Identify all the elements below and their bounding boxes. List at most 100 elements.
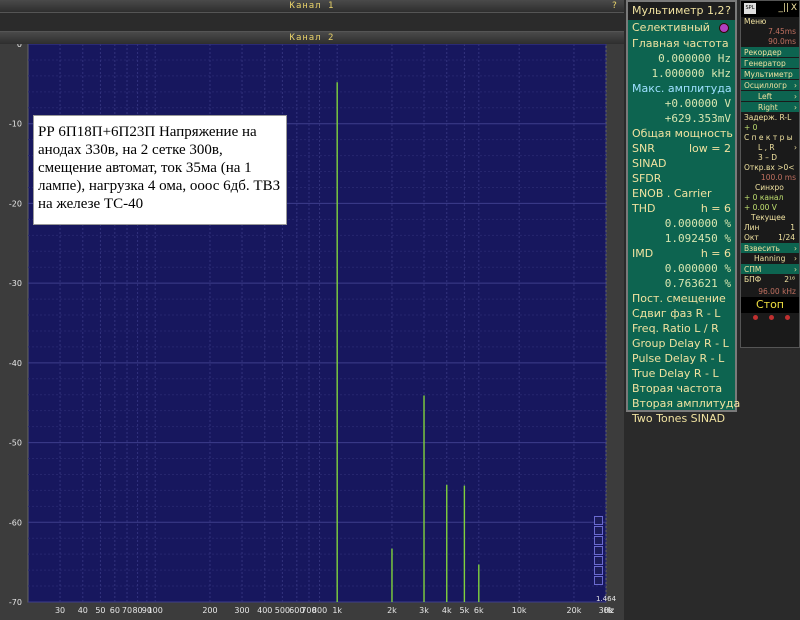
spectra-label: С п е к т р ы bbox=[744, 133, 793, 142]
linear-row[interactable]: Лин 1 bbox=[741, 223, 799, 233]
psd-button[interactable]: СПМ › bbox=[741, 264, 799, 275]
x-tick-label: 200 bbox=[202, 606, 217, 615]
scale-value: 1.464 bbox=[596, 595, 617, 603]
x-tick-label: 30 bbox=[55, 606, 65, 615]
y-tick-label: -60 bbox=[9, 518, 22, 527]
time-value-1: 7.45ms bbox=[768, 27, 796, 36]
y-tick-label: -10 bbox=[9, 120, 22, 129]
y-tick-label: -40 bbox=[9, 359, 22, 368]
open-input-value: 100.0 ms bbox=[760, 173, 796, 182]
y-tick-label: -30 bbox=[9, 279, 22, 288]
second-frequency-item[interactable]: Вторая частота bbox=[628, 381, 735, 396]
x-tick-label: 2k bbox=[387, 606, 397, 615]
fft-size-row[interactable]: БПФ 2¹⁶ bbox=[741, 275, 799, 287]
y-tick-label: -70 bbox=[9, 598, 22, 607]
true-delay-item[interactable]: True Delay R - L bbox=[628, 366, 735, 381]
pulse-delay-item[interactable]: Pulse Delay R - L bbox=[628, 351, 735, 366]
legend-swatch[interactable] bbox=[594, 566, 603, 575]
open-input-label[interactable]: Откр.вх >0< bbox=[741, 163, 799, 173]
recorder-button[interactable]: Рекордер bbox=[741, 47, 799, 58]
sample-rate-value: 96.00 kHz bbox=[758, 287, 796, 296]
phase-shift-item[interactable]: Сдвиг фаз R - L bbox=[628, 306, 735, 321]
generator-button[interactable]: Генератор bbox=[741, 58, 799, 69]
max-amplitude-label[interactable]: Макс. амплитуда bbox=[628, 81, 735, 96]
arrow-right-icon: › bbox=[794, 244, 797, 253]
total-power-label[interactable]: Общая мощность bbox=[628, 126, 735, 141]
mode-indicator-icon[interactable] bbox=[719, 23, 729, 33]
delay-value[interactable]: + 0 bbox=[741, 123, 799, 133]
sfdr-row[interactable]: SFDR bbox=[628, 171, 735, 186]
arrow-right-icon: › bbox=[794, 103, 797, 112]
oscilloscope-button[interactable]: Осциллогр › bbox=[741, 80, 799, 91]
snr-row[interactable]: SNR low = 2 bbox=[628, 141, 735, 156]
logo-icon: SPL bbox=[744, 3, 756, 14]
stop-button[interactable]: Стоп bbox=[741, 297, 799, 313]
left-channel-button[interactable]: Left › bbox=[741, 91, 799, 102]
multimeter-title[interactable]: Мультиметр 1,2 ? bbox=[628, 2, 735, 20]
legend-swatch[interactable] bbox=[594, 556, 603, 565]
x-tick-label: 20k bbox=[567, 606, 582, 615]
legend-swatch[interactable] bbox=[594, 546, 603, 555]
close-icon[interactable]: X bbox=[791, 3, 797, 13]
frequency-1-value: 0.000000 Hz bbox=[658, 52, 731, 65]
octave-row[interactable]: Окт 1/24 bbox=[741, 233, 799, 243]
spectrum-window: Канал 1 ? Канал 2 0 -10 -20 -30 -40 -50 -60 -70… bbox=[0, 0, 624, 620]
sync-label[interactable]: Синхро bbox=[741, 183, 799, 193]
second-amplitude-item[interactable]: Вторая амплитуда bbox=[628, 396, 740, 411]
x-tick-label: 70 bbox=[122, 606, 132, 615]
time-value-2: 90.0ms bbox=[768, 37, 796, 46]
channel-1-bar[interactable]: Канал 1 ? bbox=[0, 0, 624, 12]
channel-2-label: Канал 2 bbox=[289, 33, 335, 43]
mode-selector[interactable]: Селективный bbox=[628, 20, 735, 36]
3d-selector[interactable]: 3 – D bbox=[741, 153, 799, 163]
snr-low-value: low = 2 bbox=[689, 142, 731, 155]
weigh-button[interactable]: Взвесить › bbox=[741, 243, 799, 254]
x-tick-label: 400 bbox=[257, 606, 272, 615]
x-tick-label: 10k bbox=[512, 606, 527, 615]
annotation-note: РР 6П18П+6П23П Напряжение на анодах 330в… bbox=[33, 115, 287, 225]
y-tick-label: -50 bbox=[9, 439, 22, 448]
channel-2-bar[interactable]: Канал 2 bbox=[0, 32, 624, 44]
control-panel: SPL _ || X Меню 7.45ms 90.0ms Рекордер Г… bbox=[740, 0, 800, 348]
legend-swatch[interactable] bbox=[594, 526, 603, 535]
window-selector[interactable]: Hanning › bbox=[741, 254, 799, 264]
legend-swatch[interactable] bbox=[594, 536, 603, 545]
imd-row[interactable]: IMD h = 6 bbox=[628, 246, 735, 261]
arrow-right-icon: › bbox=[794, 254, 797, 263]
x-tick-label: 5k bbox=[460, 606, 470, 615]
x-tick-label: 500 bbox=[275, 606, 290, 615]
menu-button[interactable]: Меню bbox=[741, 17, 799, 27]
frequency-2-value: 1.000000 kHz bbox=[651, 67, 731, 80]
led-icon bbox=[753, 315, 758, 320]
legend-swatch[interactable] bbox=[594, 576, 603, 585]
sync-level[interactable]: + 0.00 V bbox=[741, 203, 799, 213]
x-axis-labels: 30 40 50 60 70 80 90100 200 300 400 500 600700800 1k… bbox=[55, 606, 614, 615]
freq-ratio-item[interactable]: Freq. Ratio L / R bbox=[628, 321, 735, 336]
current-label[interactable]: Текущее bbox=[741, 213, 799, 223]
thd-2-value: 1.092450 % bbox=[664, 232, 731, 245]
thd-harmonics: h = 6 bbox=[700, 202, 731, 215]
main-frequency-label[interactable]: Главная частота bbox=[628, 36, 735, 51]
led-icon bbox=[769, 315, 774, 320]
arrow-right-icon: › bbox=[794, 81, 797, 90]
x-tick-label: 100 bbox=[148, 606, 163, 615]
x-axis-unit: Hz bbox=[604, 606, 614, 615]
thd-row[interactable]: THD h = 6 bbox=[628, 201, 735, 216]
right-channel-button[interactable]: Right › bbox=[741, 102, 799, 113]
help-icon[interactable]: ? bbox=[612, 0, 618, 12]
sync-channel[interactable]: + 0 канал bbox=[741, 193, 799, 203]
x-tick-label: 300 bbox=[234, 606, 249, 615]
two-tones-sinad-item[interactable]: Two Tones SINAD bbox=[628, 411, 735, 426]
enob-row[interactable]: ENOB . Carrier bbox=[628, 186, 735, 201]
delay-label[interactable]: Задерж. R-L bbox=[741, 113, 799, 123]
help-icon[interactable]: ? bbox=[725, 2, 731, 20]
dc-offset-item[interactable]: Пост. смещение bbox=[628, 291, 735, 306]
panel-header: SPL _ || X bbox=[741, 1, 799, 17]
lr-selector[interactable]: L , R › bbox=[741, 143, 799, 153]
pause-icon[interactable]: || bbox=[783, 3, 789, 13]
channel-legend bbox=[594, 516, 606, 586]
sinad-row[interactable]: SINAD bbox=[628, 156, 735, 171]
multimeter-button[interactable]: Мультиметр bbox=[741, 69, 799, 80]
legend-swatch[interactable] bbox=[594, 516, 603, 525]
group-delay-item[interactable]: Group Delay R - L bbox=[628, 336, 735, 351]
